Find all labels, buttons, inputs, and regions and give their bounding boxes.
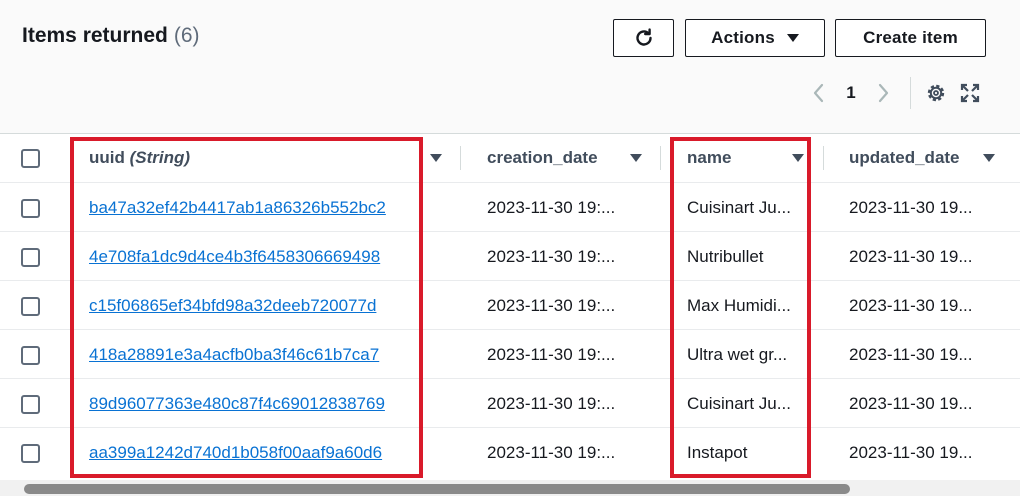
uuid-cell: ba47a32ef42b4417ab1a86326b552bc2: [89, 183, 419, 232]
sort-name-icon[interactable]: [792, 154, 804, 162]
page-number[interactable]: 1: [828, 83, 874, 103]
name-cell: Cuisinart Ju...: [687, 393, 791, 413]
table-header-row: uuid (String) creation_date name updated…: [0, 133, 1020, 182]
pagination: 1: [808, 77, 993, 109]
uuid-header-label: uuid: [89, 148, 125, 167]
expand-icon: [960, 83, 980, 103]
updated-date-cell: 2023-11-30 19...: [849, 197, 973, 217]
uuid-cell: 418a28891e3a4acfb0ba3f46c61b7ca7: [89, 330, 419, 379]
uuid-cell: c15f06865ef34bfd98a32deeb720077d: [89, 281, 419, 330]
row-checkbox[interactable]: [21, 394, 40, 414]
table-row[interactable]: 4e708fa1dc9d4ce4b3f6458306669498 2023-11…: [0, 231, 1020, 281]
caret-down-icon: [786, 34, 799, 42]
page-title: Items returned (6): [22, 24, 200, 48]
preferences-button[interactable]: [925, 82, 947, 104]
uuid-link[interactable]: c15f06865ef34bfd98a32deeb720077d: [89, 296, 376, 316]
fullscreen-button[interactable]: [959, 82, 981, 104]
uuid-cell: 4e708fa1dc9d4ce4b3f6458306669498: [89, 232, 419, 281]
column-header-updated-date[interactable]: updated_date: [849, 134, 994, 182]
chevron-right-icon: [878, 83, 889, 103]
column-divider[interactable]: [660, 146, 661, 170]
column-divider[interactable]: [460, 146, 461, 170]
updated-date-cell: 2023-11-30 19...: [849, 295, 973, 315]
next-page-button[interactable]: [874, 80, 894, 106]
creation-date-cell: 2023-11-30 19:...: [487, 295, 616, 315]
gear-icon: [927, 84, 945, 102]
uuid-link[interactable]: ba47a32ef42b4417ab1a86326b552bc2: [89, 198, 386, 218]
actions-label: Actions: [711, 28, 775, 47]
scrollbar-thumb[interactable]: [24, 484, 850, 494]
uuid-cell: aa399a1242d740d1b058f00aaf9a60d6: [89, 428, 419, 477]
name-cell: Nutribullet: [687, 246, 764, 266]
row-checkbox[interactable]: [21, 198, 40, 218]
name-cell: Ultra wet gr...: [687, 344, 788, 364]
item-count: (6): [173, 24, 200, 47]
table-row[interactable]: c15f06865ef34bfd98a32deeb720077d 2023-11…: [0, 280, 1020, 330]
chevron-left-icon: [813, 83, 824, 103]
table-row[interactable]: 89d96077363e480c87f4c69012838769 2023-11…: [0, 378, 1020, 428]
table-row[interactable]: 418a28891e3a4acfb0ba3f46c61b7ca7 2023-11…: [0, 329, 1020, 379]
row-checkbox[interactable]: [21, 443, 40, 463]
creation-date-cell: 2023-11-30 19:...: [487, 246, 616, 266]
updated-date-cell: 2023-11-30 19...: [849, 393, 973, 413]
sort-uuid-icon[interactable]: [430, 154, 442, 162]
row-checkbox[interactable]: [21, 296, 40, 316]
pager-divider: [910, 77, 911, 109]
column-header-name[interactable]: name: [687, 134, 804, 182]
creation-date-cell: 2023-11-30 19:...: [487, 197, 616, 217]
title-text: Items returned: [22, 24, 168, 47]
sort-updated-date-icon[interactable]: [983, 154, 995, 162]
updated-date-cell: 2023-11-30 19...: [849, 344, 973, 364]
updated-date-cell: 2023-11-30 19...: [849, 442, 973, 462]
creation-date-cell: 2023-11-30 19:...: [487, 393, 616, 413]
uuid-link[interactable]: 418a28891e3a4acfb0ba3f46c61b7ca7: [89, 345, 379, 365]
previous-page-button[interactable]: [808, 80, 828, 106]
actions-button[interactable]: Actions: [685, 19, 825, 57]
column-header-creation-date[interactable]: creation_date: [487, 134, 632, 182]
name-cell: Cuisinart Ju...: [687, 197, 791, 217]
creation-date-cell: 2023-11-30 19:...: [487, 442, 616, 462]
column-header-uuid[interactable]: uuid (String): [89, 134, 419, 182]
create-item-button[interactable]: Create item: [835, 19, 986, 57]
updated-date-cell: 2023-11-30 19...: [849, 246, 973, 266]
create-item-label: Create item: [863, 28, 958, 47]
uuid-type-label: (String): [129, 148, 191, 167]
table-row[interactable]: aa399a1242d740d1b058f00aaf9a60d6 2023-11…: [0, 427, 1020, 477]
name-cell: Max Humidi...: [687, 295, 791, 315]
creation-date-cell: 2023-11-30 19:...: [487, 344, 616, 364]
sort-creation-date-icon[interactable]: [630, 154, 642, 162]
uuid-link[interactable]: 4e708fa1dc9d4ce4b3f6458306669498: [89, 247, 380, 267]
column-divider[interactable]: [823, 146, 824, 170]
row-checkbox[interactable]: [21, 247, 40, 267]
name-cell: Instapot: [687, 442, 748, 462]
uuid-cell: 89d96077363e480c87f4c69012838769: [89, 379, 419, 428]
uuid-link[interactable]: aa399a1242d740d1b058f00aaf9a60d6: [89, 443, 382, 463]
uuid-link[interactable]: 89d96077363e480c87f4c69012838769: [89, 394, 385, 414]
refresh-button[interactable]: [613, 19, 674, 57]
select-all-checkbox[interactable]: [21, 149, 40, 168]
table-row[interactable]: ba47a32ef42b4417ab1a86326b552bc2 2023-11…: [0, 182, 1020, 232]
row-checkbox[interactable]: [21, 345, 40, 365]
refresh-icon: [635, 28, 652, 46]
